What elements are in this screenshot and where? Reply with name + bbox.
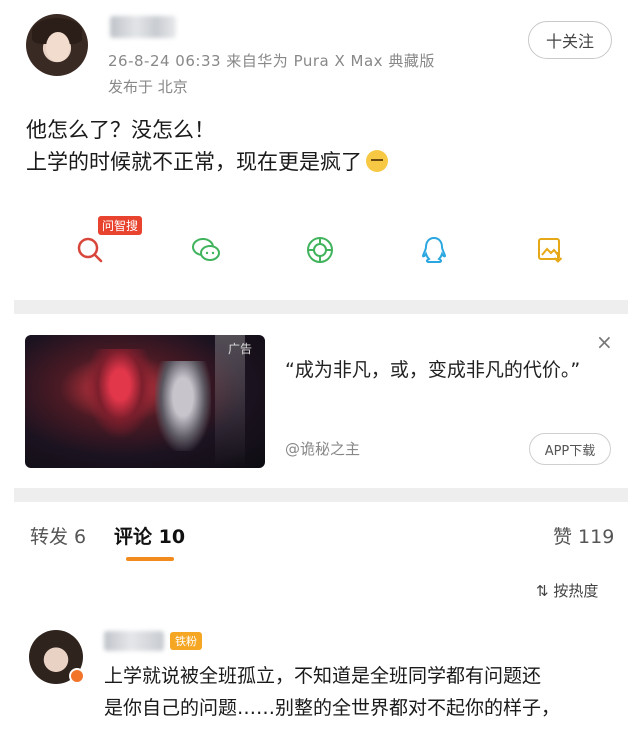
tab-repost[interactable]: 转发 6: [30, 522, 86, 549]
ad-figure-white: [155, 361, 211, 451]
sort-by-hot-button[interactable]: ⇅ 按热度: [536, 580, 598, 601]
save-image-icon: [538, 238, 563, 263]
smart-search-button[interactable]: [70, 230, 110, 270]
qq-share-button[interactable]: [414, 230, 454, 270]
avatar-face: [46, 32, 70, 62]
poster-avatar[interactable]: [26, 14, 88, 76]
comment-line-2: 是你自己的问题……别整的全世界都对不起你的样子，: [104, 697, 561, 719]
post-text: 他怎么了？没怎么！ 上学的时候就不正常，现在更是疯了: [26, 114, 388, 178]
moments-share-button[interactable]: [300, 230, 340, 270]
wechat-share-button[interactable]: [186, 230, 226, 270]
active-tab-indicator: [126, 557, 174, 561]
ad-title[interactable]: “成为非凡，或，变成非凡的代价。”: [285, 355, 585, 385]
comment-line-1: 上学就说被全班孤立，不知道是全班同学都有问题还: [104, 665, 542, 687]
ad-figure-red: [85, 349, 155, 439]
sweat-emoji-icon: [366, 150, 388, 172]
tab-comments[interactable]: 评论 10: [114, 522, 185, 549]
qq-icon: [421, 236, 447, 263]
commenter-avatar[interactable]: [29, 630, 85, 684]
fan-badge: 铁粉: [170, 632, 202, 650]
post-meta: 26-8-24 06:33 来自华为 Pura X Max 典藏版: [108, 52, 435, 70]
section-divider: [14, 300, 628, 314]
post-location: 发布于 北京: [108, 78, 188, 96]
sort-label: 按热度: [553, 582, 599, 600]
tab-likes[interactable]: 赞 119: [553, 522, 614, 549]
wechat-icon: [192, 238, 220, 261]
sort-icon: ⇅: [536, 582, 549, 600]
ad-source[interactable]: @诡秘之主: [285, 438, 360, 459]
commenter-username-blurred[interactable]: [104, 631, 164, 651]
close-ad-icon[interactable]: ×: [596, 330, 613, 354]
share-row: [0, 222, 640, 278]
poster-username-blurred[interactable]: [110, 16, 176, 38]
ad-label: 广告: [228, 342, 253, 356]
post-text-line-2: 上学的时候就不正常，现在更是疯了: [26, 146, 388, 178]
section-divider: [14, 488, 628, 502]
comment-text: 上学就说被全班孤立，不知道是全班同学都有问题还 是你自己的问题……别整的全世界都…: [104, 660, 614, 730]
save-image-button[interactable]: [530, 230, 570, 270]
smart-search-icon: [77, 237, 103, 263]
verified-badge-icon: [69, 668, 85, 684]
app-download-button[interactable]: APP下载: [529, 433, 611, 465]
comment-line-3: ……: [104, 724, 614, 730]
moments-icon: [307, 237, 333, 263]
follow-button[interactable]: 十关注: [528, 21, 612, 59]
post-text-line-1: 他怎么了？没怎么！: [26, 118, 215, 142]
